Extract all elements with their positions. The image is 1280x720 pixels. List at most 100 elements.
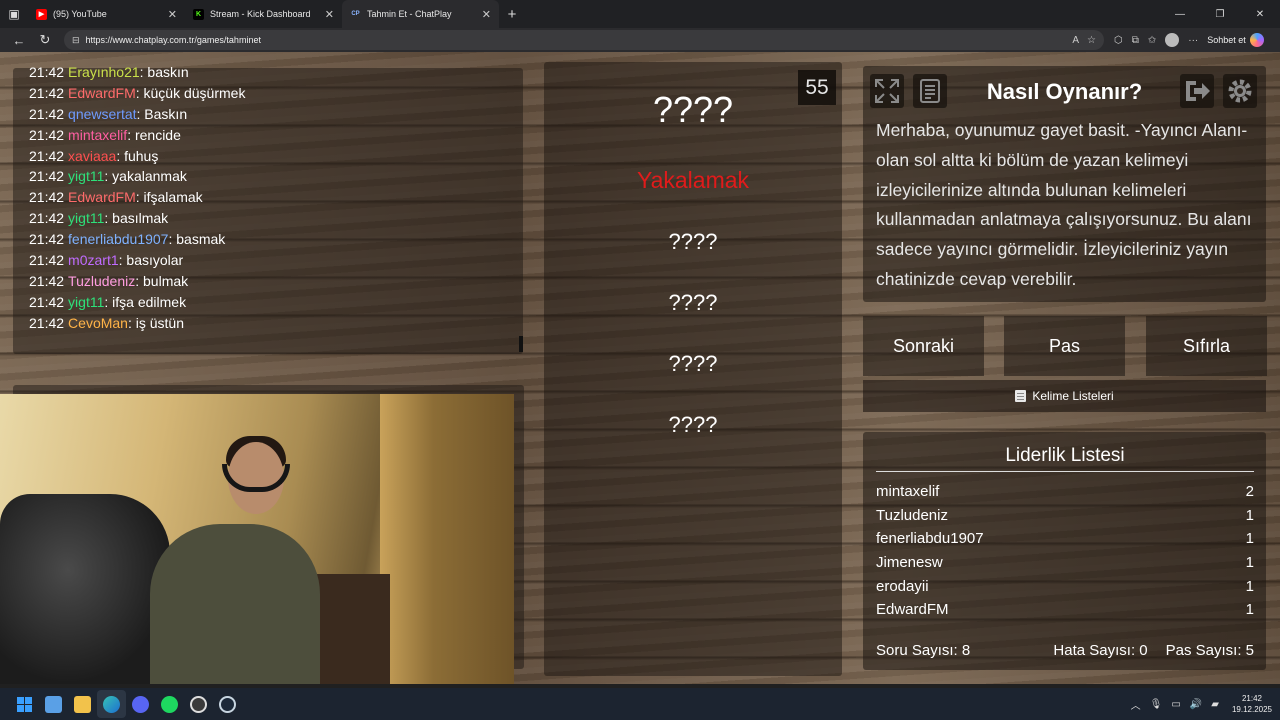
pass-button[interactable]: Pas [1004, 316, 1125, 376]
leaderboard-name: erodayii [876, 577, 929, 595]
leaderboard-name: mintaxelif [876, 483, 940, 501]
chat-username[interactable]: CevoMan [68, 315, 128, 331]
read-aloud-icon[interactable]: A [1072, 35, 1079, 46]
back-icon[interactable]: ← [6, 33, 32, 48]
chat-username[interactable]: qnewsertat [68, 106, 136, 122]
volume-icon[interactable]: 🔊 [1190, 699, 1202, 710]
tab-actions-icon[interactable]: ▣ [0, 0, 28, 28]
new-tab-button[interactable]: + [499, 0, 525, 28]
start-button[interactable] [10, 690, 39, 718]
word-lists-button[interactable]: Kelime Listeleri [863, 380, 1266, 412]
chat-message: 21:42 yigt11: basılmak [29, 208, 245, 229]
chat-username[interactable]: yigt11 [68, 210, 104, 226]
chat-message: 21:42 Tuzludeniz: bulmak [29, 271, 245, 292]
taskbar-store[interactable] [39, 690, 68, 718]
chat-time: 21:42 [29, 231, 65, 248]
taskbar-spotify[interactable] [155, 690, 184, 718]
favorite-star-icon[interactable]: ☆ [1087, 35, 1096, 46]
battery-icon[interactable]: ▰ [1211, 699, 1219, 710]
folder-icon [74, 695, 91, 713]
tab-kick[interactable]: K Stream - Kick Dashboard ✕ [185, 0, 342, 28]
tab-youtube[interactable]: ▶ (95) YouTube ✕ [28, 0, 185, 28]
exit-icon[interactable] [1180, 74, 1214, 108]
chat-username[interactable]: m0zart1 [68, 252, 119, 268]
close-icon[interactable]: ✕ [325, 8, 334, 21]
leaderboard-row: mintaxelif 2 [876, 480, 1254, 504]
windows-taskbar: ︿ 🎙 ▭ 🔊 ▰ 21:42 19.12.2025 [0, 688, 1280, 720]
more-options-icon[interactable]: ··· [1188, 35, 1198, 46]
chat-username[interactable]: mintaxelif [68, 127, 127, 143]
reset-button[interactable]: Sıfırla [1146, 316, 1267, 376]
settings-gear-icon[interactable] [1223, 74, 1257, 108]
chat-username[interactable]: Erayınho21 [68, 64, 140, 80]
chat-username[interactable]: xaviaaa [68, 148, 116, 164]
store-icon [45, 695, 62, 713]
taskbar-discord[interactable] [126, 690, 155, 718]
chat-message: 21:42 Erayınho21: baskın [29, 62, 245, 83]
edge-icon [103, 695, 120, 713]
leaderboard-name: fenerliabdu1907 [876, 530, 984, 548]
chatplay-icon: CP [350, 8, 361, 20]
clock[interactable]: 21:42 19.12.2025 [1232, 693, 1272, 715]
chat-message: 21:42 xaviaaa: fuhuş [29, 146, 245, 167]
chat-time: 21:42 [29, 314, 65, 331]
tab-chatplay[interactable]: CP Tahmin Et - ChatPlay ✕ [342, 0, 499, 28]
taskbar-edge[interactable] [97, 690, 126, 718]
chat-time: 21:42 [29, 126, 65, 143]
network-icon[interactable]: ▭ [1171, 699, 1180, 710]
notebook-icon [1015, 390, 1027, 402]
minimize-icon[interactable]: — [1160, 0, 1200, 28]
chat-text: : küçük düşürmek [135, 84, 246, 101]
split-screen-icon[interactable]: ⧉ [1132, 35, 1139, 46]
favorites-icon[interactable]: ✩ [1148, 35, 1156, 46]
hidden-word: ???? [668, 351, 718, 376]
reload-icon[interactable]: ↻ [32, 32, 58, 48]
chat-text: : rencide [127, 126, 181, 143]
chat-username[interactable]: yigt11 [68, 168, 104, 184]
taskbar-obs[interactable] [184, 690, 213, 718]
close-icon[interactable]: ✕ [168, 8, 177, 21]
chat-username[interactable]: fenerliabdu1907 [68, 231, 168, 247]
copilot-chat-button[interactable]: Sohbet et [1207, 33, 1264, 47]
pass-count: Pas Sayısı: 5 [1165, 642, 1254, 659]
profile-avatar[interactable] [1165, 33, 1180, 47]
chat-username[interactable]: yigt11 [68, 294, 104, 310]
chat-time: 21:42 [29, 252, 65, 269]
chat-text: : ifşalamak [135, 189, 203, 206]
chat-time: 21:42 [29, 168, 65, 185]
chevron-up-icon[interactable]: ︿ [1131, 697, 1141, 712]
leaderboard-score: 1 [1245, 554, 1254, 572]
chat-message: 21:42 EdwardFM: ifşalamak [29, 187, 245, 208]
site-info-icon[interactable]: ⊟ [72, 35, 80, 46]
chat-text: : ifşa edilmek [104, 293, 187, 310]
leaderboard-row: erodayii 1 [876, 574, 1254, 598]
chat-scrollbar[interactable] [519, 336, 523, 352]
chat-username[interactable]: Tuzludeniz [68, 273, 135, 289]
chat-text: : Baskın [136, 105, 188, 122]
window-controls: — ❐ ✕ [1160, 0, 1280, 28]
restore-icon[interactable]: ❐ [1200, 0, 1240, 28]
hidden-word: ???? [668, 290, 718, 315]
close-icon[interactable]: ✕ [482, 8, 491, 21]
word-lists-label: Kelime Listeleri [1032, 389, 1114, 403]
leaderboard-name: EdwardFM [876, 601, 949, 619]
obs-icon [190, 695, 207, 713]
close-window-icon[interactable]: ✕ [1240, 0, 1280, 28]
microphone-icon[interactable]: 🎙 [1150, 699, 1163, 710]
taskbar-explorer[interactable] [68, 690, 97, 718]
system-tray: ︿ 🎙 ▭ 🔊 ▰ 21:42 19.12.2025 [1131, 693, 1280, 715]
address-bar[interactable]: ⊟ https://www.chatplay.com.tr/games/tahm… [64, 30, 1104, 50]
taskbar-steam[interactable] [213, 690, 242, 718]
next-button[interactable]: Sonraki [863, 316, 984, 376]
hidden-word: ???? [668, 412, 718, 437]
chat-time: 21:42 [29, 84, 65, 101]
chat-text: : fuhuş [116, 147, 159, 164]
chat-message: 21:42 yigt11: yakalanmak [29, 166, 245, 187]
chat-username[interactable]: EdwardFM [68, 189, 136, 205]
chat-message-list: 21:42 Erayınho21: baskın 21:42 EdwardFM: kü… [29, 62, 245, 334]
extensions-icon[interactable]: ⬡ [1114, 35, 1123, 46]
chat-username[interactable]: EdwardFM [68, 85, 136, 101]
leaderboard-score: 2 [1245, 483, 1254, 501]
discord-icon [132, 695, 149, 713]
tab-label: Tahmin Et - ChatPlay [367, 9, 452, 19]
